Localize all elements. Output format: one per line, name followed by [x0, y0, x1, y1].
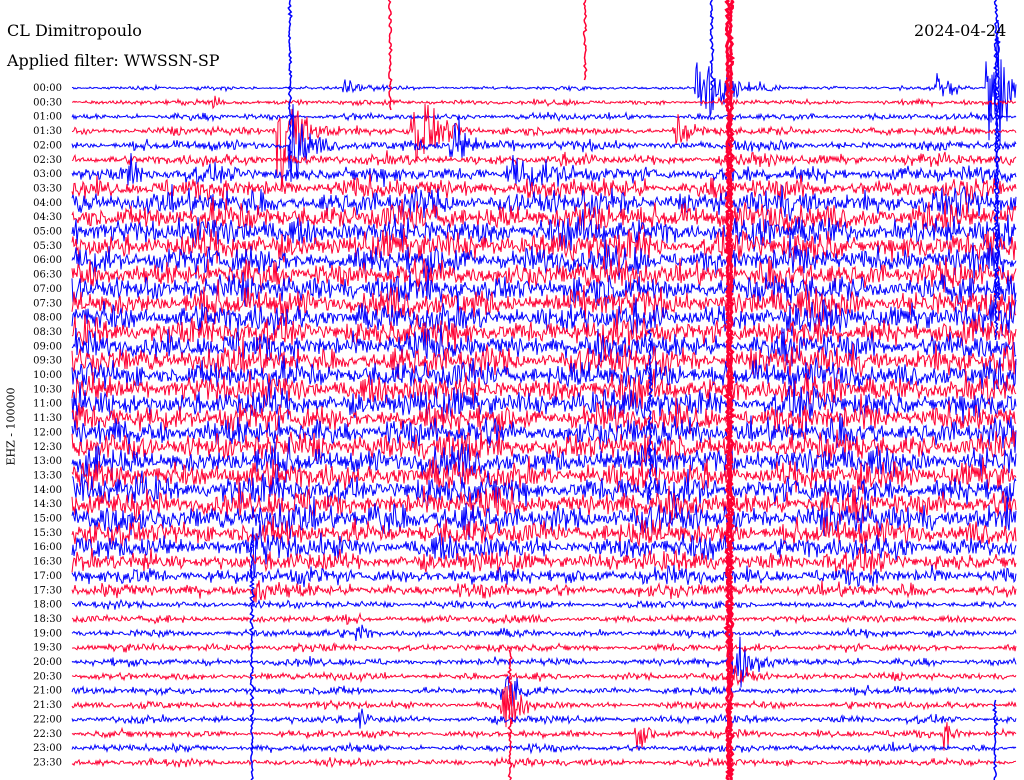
row-label: 11:30	[33, 413, 62, 424]
trace-row-2330	[71, 756, 1017, 769]
row-label: 01:30	[33, 126, 62, 137]
row-label: 17:30	[33, 585, 62, 596]
row-label: 03:00	[33, 169, 62, 180]
trace-row-0030	[72, 95, 1017, 110]
row-label: 15:30	[33, 528, 62, 539]
trace-row-0930	[71, 336, 1017, 379]
row-label: 04:00	[33, 198, 62, 209]
row-label: 21:30	[33, 700, 62, 711]
row-label: 23:00	[33, 743, 62, 754]
row-label: 03:30	[33, 183, 62, 194]
event-spike	[287, 0, 293, 161]
trace-row-2200	[71, 708, 1017, 729]
row-label: 02:00	[33, 140, 62, 151]
row-label: 23:30	[33, 757, 62, 768]
trace-row-1830	[71, 611, 1017, 626]
row-label: 22:00	[33, 714, 62, 725]
row-label: 21:00	[33, 686, 62, 697]
row-label: 10:00	[33, 370, 62, 381]
trace-row-1900	[71, 624, 1017, 641]
row-label: 18:30	[33, 614, 62, 625]
row-label: 12:00	[33, 427, 62, 438]
row-label: 05:00	[33, 227, 62, 238]
row-label: 16:30	[33, 557, 62, 568]
row-label: 00:30	[33, 97, 62, 108]
station-title: CL Dimitropoulo	[7, 21, 142, 40]
trace-row-2030	[71, 665, 1017, 689]
row-label: 01:00	[33, 112, 62, 123]
row-label: 20:00	[33, 657, 62, 668]
row-label: 10:30	[33, 384, 62, 395]
row-label: 17:00	[33, 571, 62, 582]
date-label: 2024-04-24	[914, 21, 1007, 40]
trace-row-2100	[71, 676, 1017, 707]
row-label: 15:00	[33, 514, 62, 525]
row-label: 07:00	[33, 284, 62, 295]
row-label: 12:30	[33, 442, 62, 453]
row-label: 06:30	[33, 270, 62, 281]
row-label: 22:30	[33, 729, 62, 740]
trace-row-0100	[71, 111, 1017, 123]
helicorder-chart: 00:00 00:30 01:00 01:30 02:00 02:30 03:00 03:30…	[33, 0, 1017, 780]
row-label: 19:00	[33, 628, 62, 639]
trace-group	[71, 0, 1017, 780]
row-label: 11:00	[33, 399, 62, 410]
event-spike	[387, 0, 393, 111]
filter-label: Applied filter: WWSSN-SP	[7, 51, 220, 70]
event-spike	[992, 699, 999, 780]
y-axis-label: EHZ - 100000	[4, 387, 18, 466]
trace-row-0700	[71, 269, 1017, 307]
trace-row-1730	[71, 580, 1017, 603]
row-label: 13:00	[33, 456, 62, 467]
row-label: 13:30	[33, 470, 62, 481]
row-label: 04:30	[33, 212, 62, 223]
trace-row-0230	[71, 150, 1017, 168]
trace-row-1800	[71, 598, 1017, 610]
row-label: 14:00	[33, 485, 62, 496]
trace-row-2300	[71, 741, 1017, 755]
row-label: 09:30	[33, 356, 62, 367]
trace-row-1530	[71, 515, 1017, 548]
row-label: 19:30	[33, 643, 62, 654]
row-label: 00:00	[33, 83, 62, 94]
row-label: 16:00	[33, 542, 62, 553]
event-spike	[582, 0, 588, 81]
row-label: 05:30	[33, 241, 62, 252]
row-label: 06:00	[33, 255, 62, 266]
row-label: 18:00	[33, 600, 62, 611]
row-label: 07:30	[33, 298, 62, 309]
row-label: 02:30	[33, 155, 62, 166]
row-label: 08:00	[33, 313, 62, 324]
event-spike	[709, 0, 716, 91]
row-label: 20:30	[33, 671, 62, 682]
row-label-group: 00:00 00:30 01:00 01:30 02:00 02:30 03:00 03:30…	[33, 83, 62, 768]
row-label: 08:30	[33, 327, 62, 338]
row-label: 09:00	[33, 341, 62, 352]
row-label: 14:30	[33, 499, 62, 510]
trace-row-1930	[71, 641, 1017, 654]
